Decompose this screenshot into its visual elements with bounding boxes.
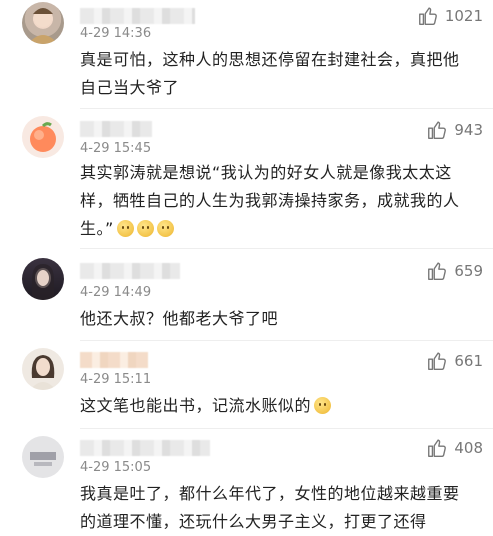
thumbs-up-icon (418, 7, 437, 25)
comment-time: 4-29 14:36 (80, 26, 152, 41)
username-blurred[interactable] (80, 8, 195, 24)
avatar-costume-icon (28, 8, 58, 44)
divider (80, 428, 493, 429)
divider (80, 108, 493, 109)
like-count: 661 (454, 352, 483, 370)
comment-text: 我真是吐了，都什么年代了，女性的地位越来越重要的道理不懂，还玩什么大男子主义，打… (80, 484, 460, 531)
avatar[interactable] (22, 258, 64, 300)
like-count: 943 (454, 121, 483, 139)
avatar[interactable] (22, 348, 64, 390)
comment-time: 4-29 14:49 (80, 285, 152, 300)
thumbs-up-icon (428, 262, 447, 280)
comment-text: 真是可怕，这种人的思想还停留在封建社会，真把他自己当大爷了 (80, 50, 460, 97)
peach-avatar-icon (30, 122, 56, 152)
thumbs-up-icon (428, 352, 447, 370)
avatar[interactable] (22, 2, 64, 44)
like-button[interactable]: 659 (426, 260, 483, 282)
smile-emoji-icon (136, 220, 154, 237)
username-blurred[interactable] (80, 263, 180, 279)
like-button[interactable]: 1021 (417, 5, 483, 27)
comment-time: 4-29 15:05 (80, 460, 152, 475)
like-count: 659 (454, 262, 483, 280)
like-count: 1021 (444, 7, 483, 25)
comment-text: 他还大叔？他都老大爷了吧 (80, 309, 279, 328)
comment-text: 其实郭涛就是想说“我认为的好女人就是像我太太这样，牺牲自己的人生为我郭涛操持家务… (80, 159, 475, 243)
woman-portrait-avatar-icon (30, 355, 56, 390)
username-blurred[interactable] (80, 440, 210, 456)
like-button[interactable]: 408 (426, 437, 483, 459)
like-count: 408 (454, 439, 483, 457)
like-button[interactable]: 943 (426, 119, 483, 141)
dark-portrait-avatar-icon (32, 264, 54, 300)
smile-emoji-icon (116, 220, 134, 237)
avatar[interactable] (22, 116, 64, 158)
smile-emoji-icon (156, 220, 174, 237)
grin-emoji-icon (314, 397, 332, 414)
comment-time: 4-29 15:45 (80, 141, 152, 156)
like-button[interactable]: 661 (426, 350, 483, 372)
avatar[interactable] (22, 436, 64, 478)
divider (80, 340, 493, 341)
comment-text: 这文笔也能出书，记流水账似的 (80, 392, 480, 420)
username-blurred[interactable] (80, 352, 148, 368)
gray-text-avatar-icon (30, 452, 56, 466)
thumbs-up-icon (428, 121, 447, 139)
thumbs-up-icon (428, 439, 447, 457)
comment-text-body: 这文笔也能出书，记流水账似的 (80, 396, 312, 415)
username-blurred[interactable] (80, 121, 152, 137)
divider (80, 248, 493, 249)
comment-time: 4-29 15:11 (80, 372, 152, 387)
